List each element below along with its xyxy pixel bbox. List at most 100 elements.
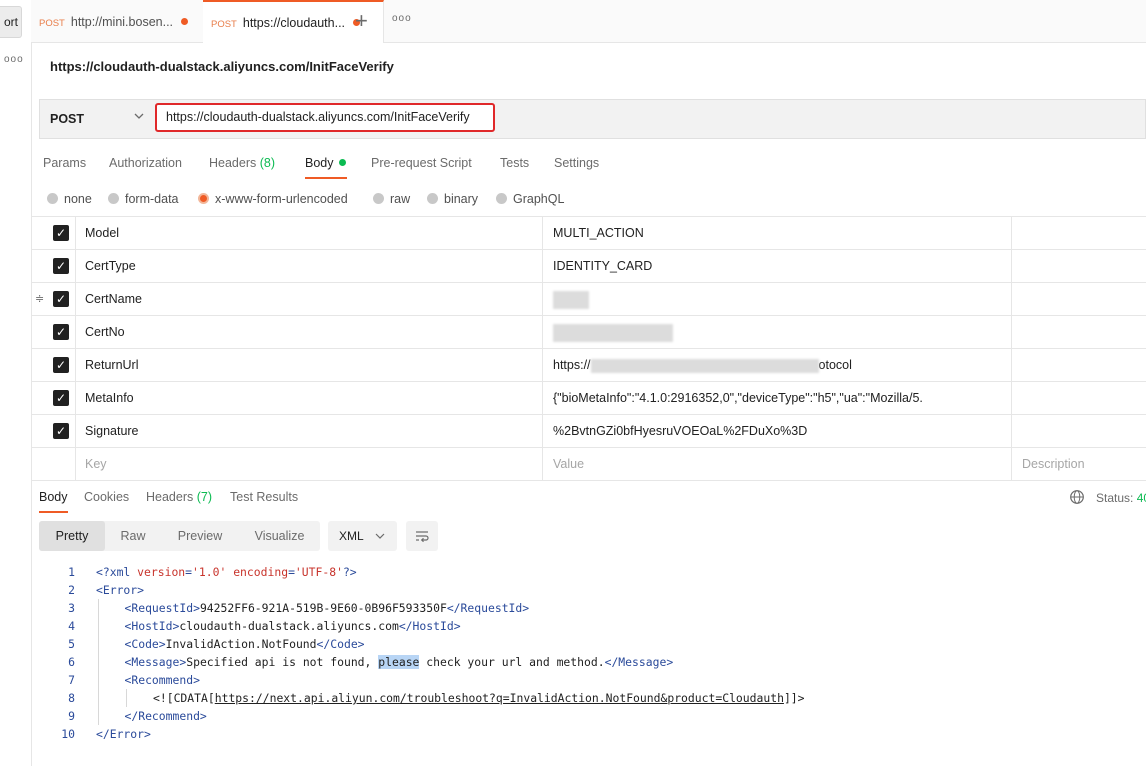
param-key[interactable]: ReturnUrl (76, 349, 543, 381)
radio-binary[interactable]: binary (427, 192, 478, 206)
line-number: 8 (68, 691, 75, 705)
view-mode-raw[interactable]: Raw (105, 521, 161, 551)
active-tab-underline (305, 177, 347, 179)
code-token: InvalidAction.NotFound (165, 637, 317, 651)
radio-label: x-www-form-urlencoded (215, 192, 348, 206)
request-title[interactable]: https://cloudauth-dualstack.aliyuncs.com… (50, 59, 394, 74)
line-number: 9 (68, 709, 75, 723)
code-token: 94252FF6-921A-519B-9E60-0B96F593350F (199, 601, 447, 615)
param-value[interactable]: https:// otocol (544, 349, 1012, 381)
code-text: </Recommend> (96, 707, 207, 725)
tab-prerequest-script[interactable]: Pre-request Script (371, 156, 472, 170)
param-key[interactable]: Model (76, 217, 543, 249)
param-description[interactable] (1013, 283, 1146, 315)
radio-form-data[interactable]: form-data (108, 192, 179, 206)
description-placeholder[interactable]: Description (1013, 448, 1146, 480)
more-icon[interactable]: ooo (4, 54, 24, 65)
param-key[interactable]: MetaInfo (76, 382, 543, 414)
response-tab-cookies[interactable]: Cookies (84, 490, 129, 504)
method-select[interactable]: POST (50, 112, 84, 126)
param-value[interactable]: %2BvtnGZi0bfHyesruVOEOaL%2FDuXo%3D (544, 415, 1012, 447)
response-tab-headers[interactable]: Headers (7) (146, 490, 212, 504)
view-mode-visualize[interactable]: Visualize (239, 521, 320, 551)
radio-icon (373, 193, 384, 204)
view-mode-pretty[interactable]: Pretty (39, 521, 105, 551)
key-placeholder[interactable]: Key (76, 448, 543, 480)
code-line: 2 <Error> (39, 581, 805, 599)
format-label: XML (339, 529, 364, 543)
code-token: </RequestId> (446, 601, 530, 615)
tab-title: http://mini.bosen... (70, 15, 174, 29)
tab-authorization[interactable]: Authorization (109, 156, 182, 170)
new-tab-plus-icon[interactable]: + (355, 8, 368, 34)
chevron-down-icon[interactable] (133, 110, 145, 125)
response-code-editor[interactable]: 1 <?xml version='1.0' encoding='UTF-8'?> 2… (39, 563, 805, 743)
line-number: 6 (68, 655, 75, 669)
param-value[interactable]: IDENTITY_CARD (544, 250, 1012, 282)
param-key[interactable]: Signature (76, 415, 543, 447)
code-token: check your url and method. (419, 655, 605, 669)
chevron-down-icon (375, 521, 385, 564)
format-select[interactable]: XML (328, 521, 397, 551)
code-line: 1 <?xml version='1.0' encoding='UTF-8'?> (39, 563, 805, 581)
row-checkbox[interactable]: ✓ (53, 291, 69, 307)
sidebar: ort ooo (0, 0, 32, 766)
tab-method: POST (39, 18, 65, 29)
line-number: 10 (61, 727, 75, 741)
row-checkbox[interactable]: ✓ (53, 225, 69, 241)
param-description[interactable] (1013, 382, 1146, 414)
row-checkbox[interactable]: ✓ (53, 390, 69, 406)
param-value-redacted[interactable] (544, 316, 1012, 348)
tab-headers[interactable]: Headers (8) (209, 156, 275, 170)
code-token: 'UTF-8' (294, 565, 343, 579)
tab-tests[interactable]: Tests (500, 156, 529, 170)
tab-settings[interactable]: Settings (554, 156, 599, 170)
radio-x-www-form-urlencoded[interactable]: x-www-form-urlencoded (198, 192, 348, 206)
code-token: <?xml (96, 565, 138, 579)
response-headers-label: Headers (146, 490, 194, 504)
tab-more-icon[interactable]: ooo (392, 13, 412, 24)
drag-handle-icon[interactable]: ≑ (35, 283, 44, 315)
row-checkbox[interactable]: ✓ (53, 324, 69, 340)
row-checkbox[interactable]: ✓ (53, 423, 69, 439)
row-checkbox[interactable]: ✓ (53, 258, 69, 274)
param-description[interactable] (1013, 316, 1146, 348)
code-token: </Error> (96, 727, 151, 741)
param-value[interactable]: {"bioMetaInfo":"4.1.0:2916352,0","device… (544, 382, 1012, 414)
param-key[interactable]: CertName (76, 283, 543, 315)
import-button[interactable]: ort (0, 6, 22, 38)
param-description[interactable] (1013, 349, 1146, 381)
code-token: <HostId> (124, 619, 180, 633)
table-row: ✓ CertNo (31, 316, 1146, 349)
param-value-redacted[interactable] (544, 283, 1012, 315)
value-placeholder[interactable]: Value (544, 448, 1012, 480)
param-description[interactable] (1013, 250, 1146, 282)
line-number: 3 (68, 601, 75, 615)
response-tab-body[interactable]: Body (39, 490, 68, 504)
radio-graphql[interactable]: GraphQL (496, 192, 564, 206)
radio-none[interactable]: none (47, 192, 92, 206)
status-value: 40 (1136, 491, 1146, 505)
redacted-block (553, 290, 589, 309)
tab-request-1[interactable]: POST http://mini.bosen... (31, 0, 210, 42)
row-checkbox[interactable]: ✓ (53, 357, 69, 373)
line-number: 4 (68, 619, 75, 633)
param-description[interactable] (1013, 217, 1146, 249)
radio-raw[interactable]: raw (373, 192, 410, 206)
params-table: ✓ Model MULTI_ACTION ✓ CertType IDENTITY… (31, 216, 1146, 481)
code-line: 10 </Error> (39, 725, 805, 743)
response-tab-test-results[interactable]: Test Results (230, 490, 298, 504)
globe-icon[interactable] (1069, 489, 1085, 508)
wrap-lines-button[interactable] (406, 521, 438, 551)
table-row: ✓ Model MULTI_ACTION (31, 217, 1146, 250)
url-input[interactable]: https://cloudauth-dualstack.aliyuncs.com… (155, 103, 495, 132)
code-token: '1.0' (192, 565, 227, 579)
param-key[interactable]: CertNo (76, 316, 543, 348)
param-value[interactable]: MULTI_ACTION (544, 217, 1012, 249)
param-key[interactable]: CertType (76, 250, 543, 282)
code-token: version (137, 565, 186, 579)
param-description[interactable] (1013, 415, 1146, 447)
tab-params[interactable]: Params (43, 156, 86, 170)
view-mode-preview[interactable]: Preview (161, 521, 239, 551)
tab-body[interactable]: Body (305, 156, 346, 170)
